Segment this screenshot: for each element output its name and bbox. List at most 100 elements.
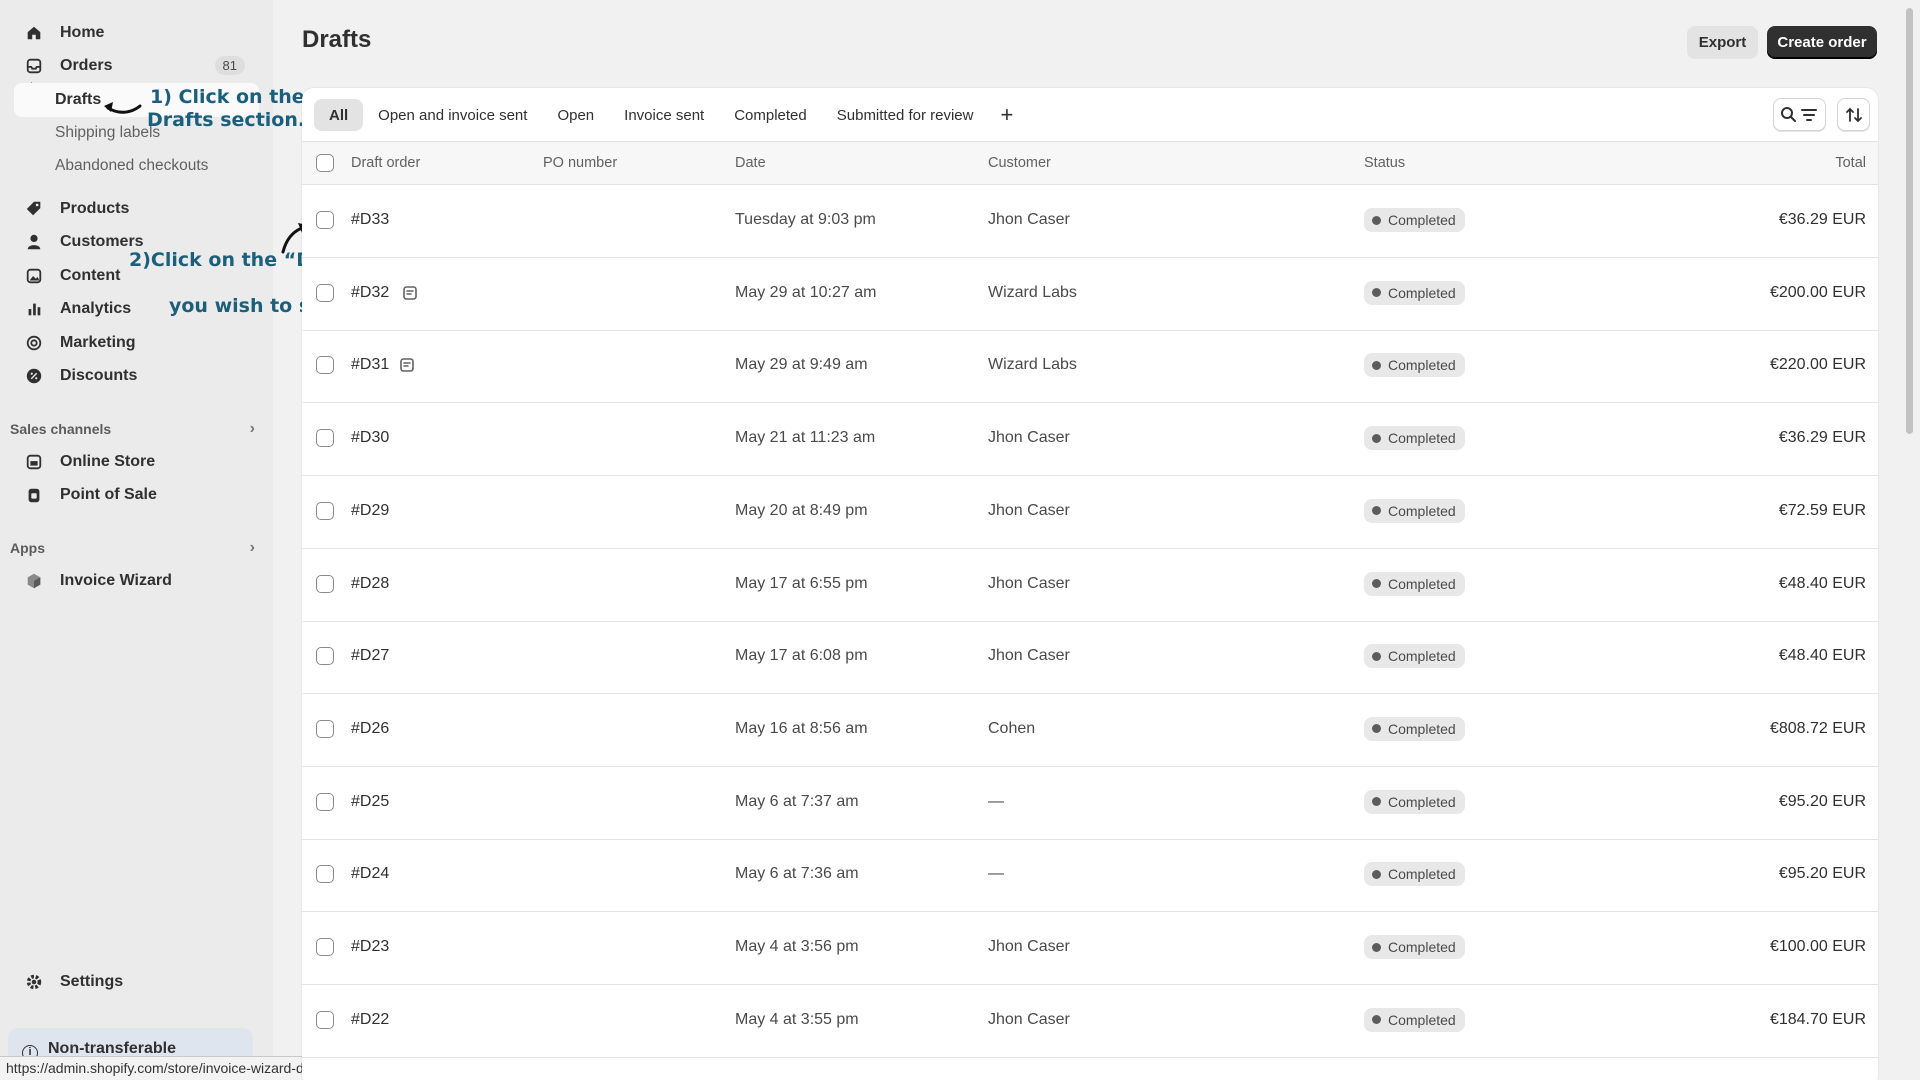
table-row[interactable]: #D31 May 29 at 9:49 am Wizard Labs Complete… — [302, 330, 1878, 404]
row-checkbox[interactable] — [316, 792, 334, 811]
tab-open[interactable]: Open — [542, 99, 609, 131]
table-row[interactable]: #D23 May 4 at 3:56 pm Jhon Caser Completed €… — [302, 912, 1878, 985]
status-label: Completed — [1388, 284, 1456, 301]
target-icon — [24, 333, 44, 353]
table-row[interactable]: #D32 May 29 at 10:27 am Wizard Labs Complet… — [302, 258, 1878, 331]
sidebar-item-label: Home — [60, 24, 105, 41]
column-header-total[interactable]: Total — [1835, 155, 1866, 171]
table-row[interactable]: #D27 May 17 at 6:08 pm Jhon Caser Completed… — [302, 621, 1878, 695]
status-dot-icon — [1372, 288, 1381, 298]
status-label: Completed — [1388, 866, 1456, 883]
draft-order-id[interactable]: #D31 — [351, 356, 389, 374]
row-customer: Jhon Caser — [988, 1010, 1070, 1028]
row-checkbox[interactable] — [316, 501, 334, 520]
app-icon — [24, 571, 44, 591]
chevron-right-icon: › — [249, 420, 255, 437]
draft-order-id[interactable]: #D22 — [351, 1011, 389, 1029]
draft-order-id[interactable]: #D27 — [351, 647, 389, 665]
create-order-button[interactable]: Create order — [1767, 26, 1877, 59]
page-scrollbar[interactable] — [1906, 8, 1913, 434]
column-header-status[interactable]: Status — [1364, 155, 1405, 171]
draft-order-id[interactable]: #D28 — [351, 575, 389, 593]
sales-channels-header[interactable]: Sales channels › — [10, 420, 255, 437]
add-view-button[interactable]: + — [988, 99, 1025, 131]
row-date: May 6 at 7:36 am — [735, 865, 859, 883]
draft-order-id[interactable]: #D25 — [351, 793, 389, 811]
row-checkbox[interactable] — [316, 211, 334, 229]
row-total: €100.00 EUR — [1769, 938, 1866, 955]
draft-order-id[interactable]: #D23 — [351, 938, 389, 956]
table-row[interactable]: #D25 May 6 at 7:37 am — Completed €95.20 EUR — [302, 767, 1878, 840]
row-checkbox[interactable] — [316, 356, 334, 375]
row-date: May 4 at 3:55 pm — [735, 1010, 859, 1028]
column-header-date[interactable]: Date — [735, 155, 766, 171]
tab-submitted-for-review[interactable]: Submitted for review — [822, 99, 989, 131]
column-header-customer[interactable]: Customer — [988, 155, 1051, 171]
sidebar-item-orders[interactable]: Orders 81 — [14, 49, 259, 83]
row-checkbox[interactable] — [316, 574, 334, 593]
sort-button[interactable] — [1837, 98, 1870, 131]
sidebar-item-discounts[interactable]: Discounts — [14, 359, 259, 393]
row-customer: Jhon Caser — [988, 574, 1070, 592]
status-dot-icon — [1372, 506, 1381, 516]
draft-order-id[interactable]: #D33 — [351, 211, 389, 229]
table-header: Draft order PO number Date Customer Stat… — [302, 141, 1878, 185]
row-checkbox[interactable] — [316, 647, 334, 666]
row-customer: Cohen — [988, 719, 1036, 737]
row-checkbox[interactable] — [316, 865, 334, 884]
export-button[interactable]: Export — [1687, 26, 1758, 59]
status-dot-icon — [1372, 797, 1381, 807]
sidebar-item-home[interactable]: Home — [14, 16, 259, 50]
row-date: May 29 at 9:49 am — [735, 356, 868, 374]
draft-order-id[interactable]: #D30 — [351, 429, 389, 447]
table-row[interactable]: #D30 May 21 at 11:23 am Jhon Caser Complete… — [302, 403, 1878, 477]
table-row[interactable]: #D22 May 4 at 3:55 pm Jhon Caser Completed €… — [302, 985, 1878, 1058]
draft-order-id[interactable]: #D26 — [351, 720, 389, 738]
row-date: May 29 at 10:27 am — [735, 283, 877, 301]
table-row[interactable]: #D33 Tuesday at 9:03 pm Jhon Caser Complete… — [302, 185, 1878, 258]
row-checkbox[interactable] — [316, 429, 334, 448]
row-checkbox[interactable] — [316, 283, 334, 302]
row-total: €220.00 EUR — [1769, 356, 1866, 374]
row-checkbox[interactable] — [316, 938, 334, 956]
table-row[interactable]: #D24 May 6 at 7:36 am — Completed €95.20 EUR — [302, 839, 1878, 913]
sidebar-item-settings[interactable]: Settings — [14, 965, 259, 999]
column-header-po-number[interactable]: PO number — [543, 155, 617, 171]
sidebar-item-invoice-wizard[interactable]: Invoice Wizard — [14, 564, 259, 598]
draft-order-id[interactable]: #D24 — [351, 865, 389, 883]
row-customer: Jhon Caser — [988, 647, 1070, 665]
row-date: May 4 at 3:56 pm — [735, 938, 859, 955]
sidebar-item-products[interactable]: Products — [14, 192, 259, 226]
sidebar-item-marketing[interactable]: Marketing — [14, 326, 259, 360]
tab-invoice-sent[interactable]: Invoice sent — [609, 99, 719, 131]
row-customer: Wizard Labs — [988, 283, 1077, 301]
row-total: €184.70 EUR — [1769, 1010, 1866, 1028]
row-checkbox[interactable] — [316, 719, 334, 738]
sidebar-item-shipping-labels[interactable]: Shipping labels — [55, 124, 160, 142]
tab-open-and-invoice-sent[interactable]: Open and invoice sent — [363, 99, 542, 131]
section-label: Apps — [10, 540, 45, 556]
search-filter-button[interactable] — [1773, 98, 1826, 131]
sidebar-item-abandoned-checkouts[interactable]: Abandoned checkouts — [55, 157, 208, 175]
column-header-draft-order[interactable]: Draft order — [351, 155, 420, 171]
sidebar-item-point-of-sale[interactable]: Point of Sale — [14, 478, 259, 512]
select-all-checkbox[interactable] — [316, 154, 334, 172]
status-badge: Completed — [1364, 644, 1465, 669]
annotation-text: 1) Click on the — [150, 86, 305, 108]
row-date: May 6 at 7:37 am — [735, 792, 859, 810]
sidebar-item-online-store[interactable]: Online Store — [14, 445, 259, 479]
tab-all[interactable]: All — [314, 99, 364, 131]
table-row[interactable]: #D28 May 17 at 6:55 pm Jhon Caser Completed… — [302, 549, 1878, 622]
status-label: Completed — [1388, 575, 1456, 592]
draft-order-id[interactable]: #D32 — [351, 284, 389, 302]
table-row[interactable]: #D29 May 20 at 8:49 pm Jhon Caser Completed… — [302, 476, 1878, 549]
apps-header[interactable]: Apps › — [10, 539, 255, 556]
draft-order-id[interactable]: #D29 — [351, 502, 389, 520]
table-row[interactable]: #D26 May 16 at 8:56 am Cohen Completed €808.… — [302, 694, 1878, 767]
row-checkbox[interactable] — [316, 1010, 334, 1029]
status-badge: Completed — [1364, 353, 1465, 378]
sidebar-item-label: Marketing — [60, 334, 136, 351]
status-dot-icon — [1372, 433, 1381, 443]
sort-icon — [1845, 107, 1862, 122]
tab-completed[interactable]: Completed — [719, 99, 822, 131]
